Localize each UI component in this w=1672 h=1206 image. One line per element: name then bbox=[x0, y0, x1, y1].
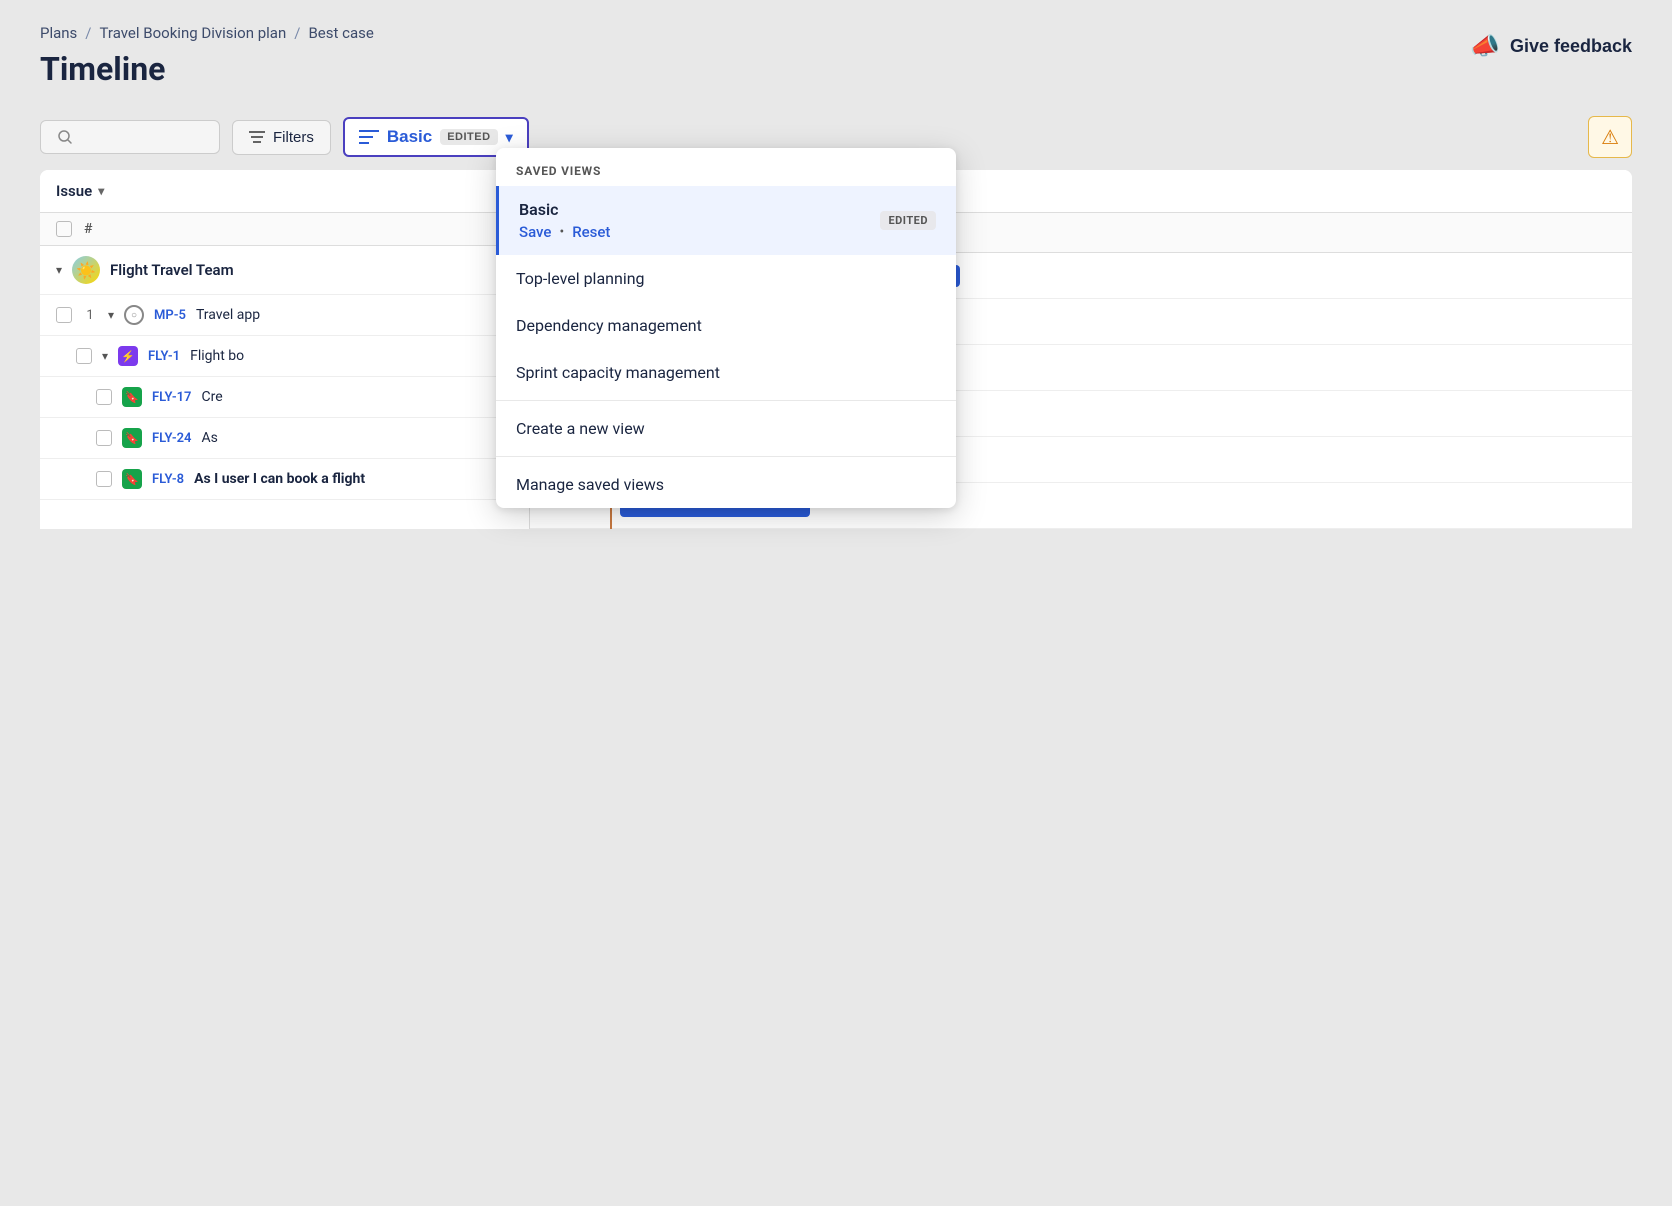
search-box[interactable] bbox=[40, 120, 220, 154]
dropdown-item-sprint-capacity-label: Sprint capacity management bbox=[516, 363, 720, 382]
breadcrumb-plans[interactable]: Plans bbox=[40, 24, 77, 42]
page-header: Plans / Travel Booking Division plan / B… bbox=[0, 0, 1672, 104]
issue-id-link[interactable]: MP-5 bbox=[154, 308, 186, 323]
create-view-label: Create a new view bbox=[516, 419, 645, 438]
dropdown-item-dependency[interactable]: Dependency management bbox=[496, 302, 956, 349]
row-checkbox[interactable] bbox=[76, 348, 92, 364]
filters-button[interactable]: Filters bbox=[232, 120, 331, 155]
view-name: Basic bbox=[387, 127, 432, 147]
manage-views-label: Manage saved views bbox=[516, 475, 664, 494]
hash-col-label: # bbox=[84, 221, 92, 237]
dot-separator: • bbox=[559, 224, 564, 240]
view-icon bbox=[359, 129, 379, 145]
dropdown-divider bbox=[496, 400, 956, 401]
dropdown-item-create-view[interactable]: Create a new view bbox=[496, 405, 956, 452]
row-checkbox[interactable] bbox=[96, 389, 112, 405]
table-row[interactable]: 🔖 FLY-24 As bbox=[40, 418, 529, 459]
issue-type-icon: ⚡ bbox=[118, 346, 138, 366]
dropdown-item-toplevel[interactable]: Top-level planning bbox=[496, 255, 956, 302]
dropdown-item-sprint-capacity[interactable]: Sprint capacity management bbox=[496, 349, 956, 396]
dropdown-item-dependency-label: Dependency management bbox=[516, 316, 702, 335]
issue-title: Travel app bbox=[196, 307, 260, 323]
search-icon bbox=[57, 129, 73, 145]
save-link[interactable]: Save bbox=[519, 223, 551, 241]
issue-column-header[interactable]: Issue ▾ bbox=[56, 182, 104, 200]
row-checkbox[interactable] bbox=[56, 307, 72, 323]
breadcrumb-sep-1: / bbox=[85, 24, 91, 42]
issue-type-icon: 🔖 bbox=[122, 469, 142, 489]
issue-id-link[interactable]: FLY-24 bbox=[152, 431, 191, 446]
dropdown-item-basic-actions: Save • Reset bbox=[519, 223, 880, 241]
issue-title: As bbox=[201, 430, 217, 446]
dropdown-item-toplevel-label: Top-level planning bbox=[516, 269, 645, 288]
team-name: Flight Travel Team bbox=[110, 261, 234, 279]
dropdown-item-basic-label: Basic bbox=[519, 200, 880, 219]
page-title: Timeline bbox=[40, 50, 1632, 88]
megaphone-icon: 📣 bbox=[1470, 32, 1500, 61]
table-area: Issue ▾ # ▾ ☀️ Flight Travel Team 1 ▾ ○ … bbox=[40, 170, 530, 529]
breadcrumb-division[interactable]: Travel Booking Division plan bbox=[100, 24, 287, 42]
chevron-down-icon: ▾ bbox=[506, 129, 513, 146]
edited-badge-item: EDITED bbox=[880, 211, 936, 230]
reset-link[interactable]: Reset bbox=[572, 223, 610, 241]
expand-icon[interactable]: ▾ bbox=[102, 349, 108, 363]
breadcrumb-sep-2: / bbox=[294, 24, 300, 42]
table-sub-header: # bbox=[40, 213, 529, 246]
issue-id-link[interactable]: FLY-17 bbox=[152, 390, 191, 405]
issue-type-icon: 🔖 bbox=[122, 387, 142, 407]
issue-title: As I user I can book a flight bbox=[194, 471, 365, 487]
filters-label: Filters bbox=[273, 129, 314, 146]
dropdown-item-basic[interactable]: Basic Save • Reset EDITED bbox=[496, 186, 956, 255]
expand-team-icon[interactable]: ▾ bbox=[56, 263, 62, 277]
dropdown-divider-2 bbox=[496, 456, 956, 457]
saved-views-section-header: SAVED VIEWS bbox=[496, 148, 956, 186]
issue-title: Cre bbox=[201, 389, 222, 405]
dropdown-item-manage-views[interactable]: Manage saved views bbox=[496, 461, 956, 508]
issue-type-icon: ○ bbox=[124, 305, 144, 325]
breadcrumb-scenario[interactable]: Best case bbox=[308, 24, 373, 42]
give-feedback-button[interactable]: 📣 Give feedback bbox=[1470, 32, 1632, 61]
issue-col-label: Issue bbox=[56, 182, 92, 200]
issue-id-link[interactable]: FLY-1 bbox=[148, 349, 180, 364]
warning-triangle-icon: ⚠ bbox=[1601, 125, 1619, 149]
expand-icon[interactable]: ▾ bbox=[108, 308, 114, 322]
table-row[interactable]: 1 ▾ ○ MP-5 Travel app bbox=[40, 295, 529, 336]
filters-icon bbox=[249, 130, 265, 144]
warning-badge[interactable]: ⚠ bbox=[1588, 116, 1632, 158]
issue-title: Flight bo bbox=[190, 348, 244, 364]
give-feedback-label: Give feedback bbox=[1510, 36, 1632, 57]
edited-badge: EDITED bbox=[440, 129, 497, 145]
select-all-checkbox[interactable] bbox=[56, 221, 72, 237]
row-checkbox[interactable] bbox=[96, 430, 112, 446]
table-row[interactable]: ▾ ⚡ FLY-1 Flight bo bbox=[40, 336, 529, 377]
issue-col-chevron: ▾ bbox=[98, 184, 104, 198]
row-checkbox[interactable] bbox=[96, 471, 112, 487]
saved-views-dropdown: SAVED VIEWS Basic Save • Reset EDITED To… bbox=[496, 148, 956, 508]
issue-type-icon: 🔖 bbox=[122, 428, 142, 448]
table-row[interactable]: ▾ ☀️ Flight Travel Team bbox=[40, 246, 529, 295]
table-row[interactable]: 🔖 FLY-17 Cre bbox=[40, 377, 529, 418]
issue-id-link[interactable]: FLY-8 bbox=[152, 472, 184, 487]
row-number: 1 bbox=[82, 308, 98, 323]
table-header: Issue ▾ bbox=[40, 170, 529, 213]
table-row[interactable]: 🔖 FLY-8 As I user I can book a flight bbox=[40, 459, 529, 500]
team-avatar-icon: ☀️ bbox=[72, 256, 100, 284]
breadcrumb: Plans / Travel Booking Division plan / B… bbox=[40, 24, 1632, 42]
